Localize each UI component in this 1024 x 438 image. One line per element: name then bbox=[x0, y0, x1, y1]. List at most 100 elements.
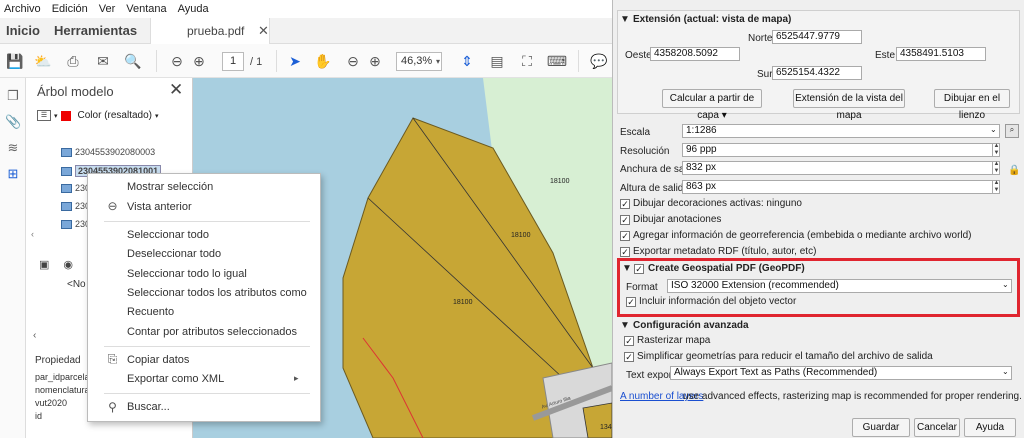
cancel-button[interactable]: Cancelar bbox=[914, 418, 960, 437]
simplify-checkbox[interactable]: ✓ bbox=[624, 352, 634, 362]
no-data-label: <No bbox=[67, 279, 86, 290]
decorations-checkbox[interactable]: ✓ bbox=[620, 199, 630, 209]
chevron-down-icon[interactable]: ⌄ bbox=[1002, 280, 1009, 289]
collapse-arrow-icon[interactable]: ▼ bbox=[622, 263, 632, 274]
format-combo[interactable]: ISO 32000 Extension (recommended) bbox=[667, 279, 1012, 293]
zoom-out-icon[interactable]: ⊖ bbox=[344, 52, 362, 70]
north-input[interactable]: 6525447.9779 bbox=[772, 30, 862, 44]
tree-item[interactable]: 230 bbox=[61, 219, 90, 229]
options-icon[interactable]: ☰ bbox=[37, 110, 51, 121]
spin-arrows-icon[interactable]: ▲ ▼ bbox=[992, 161, 1000, 175]
save-icon[interactable]: 💾 bbox=[6, 52, 24, 70]
menu-item-contar-atributos[interactable]: Contar por atributos seleccionados bbox=[127, 326, 297, 338]
mail-icon[interactable]: ✉ bbox=[94, 52, 112, 70]
annotations-label: Dibujar anotaciones bbox=[633, 214, 722, 225]
rdf-checkbox[interactable]: ✓ bbox=[620, 247, 630, 257]
pages-icon[interactable]: ❐ bbox=[5, 88, 21, 104]
north-label: Norte bbox=[748, 33, 773, 44]
record-icon[interactable]: ◉ bbox=[63, 258, 73, 271]
spin-arrows-icon[interactable]: ▲ ▼ bbox=[992, 143, 1000, 157]
menu-item-seleccionar-igual[interactable]: Seleccionar todo lo igual bbox=[127, 268, 247, 280]
georef-checkbox[interactable]: ✓ bbox=[620, 231, 630, 241]
comment-icon[interactable]: 💬 bbox=[590, 52, 608, 70]
width-spinbox[interactable]: 832 px bbox=[682, 161, 1000, 175]
page-number-input[interactable]: 1 bbox=[222, 52, 244, 71]
select-cursor-icon[interactable]: ➤ bbox=[286, 52, 304, 70]
fit-width-icon[interactable]: ▤ bbox=[488, 52, 506, 70]
geopdf-title: Create Geospatial PDF (GeoPDF) bbox=[648, 263, 805, 274]
upload-cloud-icon[interactable]: ⛅ bbox=[34, 52, 52, 70]
south-input[interactable]: 6525154.4322 bbox=[772, 66, 862, 80]
close-panel-icon[interactable]: ✕ bbox=[169, 80, 183, 100]
tab-herramientas[interactable]: Herramientas bbox=[54, 23, 137, 38]
image-icon[interactable]: ▣ bbox=[39, 258, 49, 271]
spin-arrows-icon[interactable]: ▲ ▼ bbox=[992, 180, 1000, 194]
tab-document[interactable]: prueba.pdf ✕ bbox=[150, 18, 270, 44]
close-tab-icon[interactable]: ✕ bbox=[258, 23, 269, 39]
geopdf-checkbox[interactable]: ✓ bbox=[634, 264, 644, 274]
color-label[interactable]: Color (resaltado) bbox=[78, 110, 152, 121]
height-spinbox[interactable]: 863 px bbox=[682, 180, 1000, 194]
west-input[interactable]: 4358208.5092 bbox=[650, 47, 740, 61]
menu-item-vista-anterior[interactable]: Vista anterior bbox=[127, 201, 192, 213]
east-label: Este bbox=[875, 50, 896, 61]
copy-icon: ⎘ bbox=[107, 352, 118, 366]
chevron-down-icon[interactable]: ⌄ bbox=[1002, 367, 1009, 376]
menu-item-exportar-xml[interactable]: Exportar como XML bbox=[127, 373, 224, 385]
parcel-label: 18100 bbox=[550, 178, 570, 185]
fullscreen-icon[interactable]: ⛶ bbox=[518, 52, 536, 70]
attachment-icon[interactable]: 📎 bbox=[5, 114, 21, 130]
tree-item[interactable]: 2304553902080003 bbox=[61, 147, 155, 157]
print-icon[interactable]: ⎙ bbox=[64, 52, 82, 70]
simplify-label: Simplificar geometrías para reducir el t… bbox=[637, 351, 933, 362]
help-button[interactable]: Ayuda bbox=[964, 418, 1016, 437]
lock-ratio-icon[interactable]: 🔒 bbox=[1008, 165, 1020, 176]
annotations-checkbox[interactable]: ✓ bbox=[620, 215, 630, 225]
scale-combo[interactable]: 1:1286 bbox=[682, 124, 1000, 138]
east-input[interactable]: 4358491.5103 bbox=[896, 47, 986, 61]
scale-label: Escala bbox=[620, 127, 651, 138]
parcel-label: 18100 bbox=[453, 299, 473, 306]
context-menu: Mostrar selección ⊖ Vista anterior Selec… bbox=[87, 173, 321, 422]
draw-on-canvas-button[interactable]: Dibujar en el lienzo bbox=[934, 89, 1010, 121]
search-icon[interactable]: 🔍 bbox=[124, 52, 142, 70]
menu-ayuda[interactable]: Ayuda bbox=[178, 3, 209, 15]
scale-picker-icon[interactable]: ⌕ bbox=[1005, 124, 1019, 138]
fit-page-icon[interactable]: ⇕ bbox=[458, 52, 476, 70]
zoom-in-icon[interactable]: ⊕ bbox=[366, 52, 384, 70]
menu-ventana[interactable]: Ventana bbox=[126, 3, 166, 15]
highlight-color-swatch[interactable] bbox=[60, 110, 71, 121]
collapse-arrow-icon[interactable]: ▼ bbox=[620, 14, 630, 25]
menu-item-copiar-datos[interactable]: Copiar datos bbox=[127, 354, 189, 366]
keyboard-icon[interactable]: ⌨ bbox=[547, 52, 567, 70]
canvas-extent-button[interactable]: Extensión de la vista del mapa bbox=[793, 89, 905, 121]
vector-info-checkbox[interactable]: ✓ bbox=[626, 297, 636, 307]
collapse-arrow-icon[interactable]: ▼ bbox=[620, 320, 630, 331]
layers-icon[interactable]: ≋ bbox=[5, 140, 21, 156]
menu-ver[interactable]: Ver bbox=[99, 3, 116, 15]
rasterize-checkbox[interactable]: ✓ bbox=[624, 336, 634, 346]
tree-item[interactable]: 230 bbox=[61, 201, 90, 211]
page-up-icon[interactable]: ⊖ bbox=[168, 52, 186, 70]
model-tree-icon[interactable]: ⊞ bbox=[5, 166, 21, 182]
tree-item[interactable]: 230 bbox=[61, 183, 90, 193]
resolution-spinbox[interactable]: 96 ppp bbox=[682, 143, 1000, 157]
menu-item-recuento[interactable]: Recuento bbox=[127, 306, 174, 318]
menu-archivo[interactable]: Archivo bbox=[4, 3, 41, 15]
text-export-combo[interactable]: Always Export Text as Paths (Recommended… bbox=[670, 366, 1012, 380]
horizontal-scrollbar[interactable]: ‹ bbox=[33, 330, 36, 341]
format-label: Format bbox=[626, 282, 658, 293]
menu-item-seleccionar-todo[interactable]: Seleccionar todo bbox=[127, 229, 209, 241]
save-button[interactable]: Guardar bbox=[852, 418, 910, 437]
menu-edicion[interactable]: Edición bbox=[52, 3, 88, 15]
menu-item-buscar[interactable]: Buscar... bbox=[127, 401, 170, 413]
hand-icon[interactable]: ✋ bbox=[314, 52, 332, 70]
menu-item-seleccionar-atributos[interactable]: Seleccionar todos los atributos como bbox=[127, 287, 307, 299]
menu-item-deseleccionar-todo[interactable]: Deseleccionar todo bbox=[127, 248, 221, 260]
calculate-from-layer-button[interactable]: Calcular a partir de capa ▾ bbox=[662, 89, 762, 121]
page-down-icon[interactable]: ⊕ bbox=[190, 52, 208, 70]
menu-item-mostrar-seleccion[interactable]: Mostrar selección bbox=[127, 181, 213, 193]
tab-inicio[interactable]: Inicio bbox=[6, 23, 40, 38]
chevron-down-icon[interactable]: ▾ bbox=[436, 57, 440, 66]
chevron-down-icon[interactable]: ⌄ bbox=[990, 125, 997, 134]
